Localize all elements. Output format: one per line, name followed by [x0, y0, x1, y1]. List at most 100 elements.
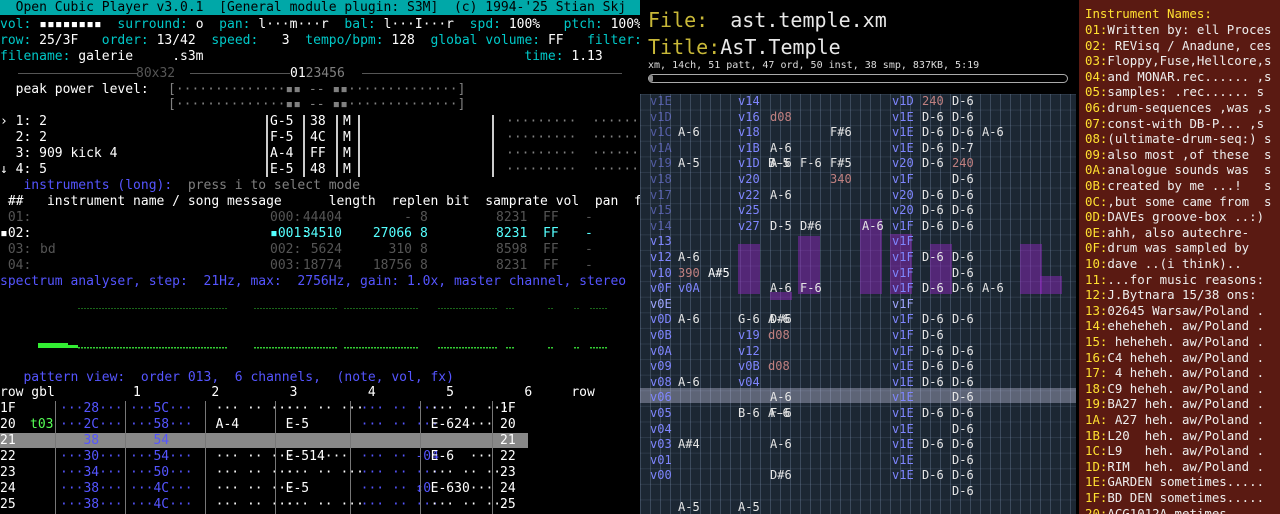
pattern-cell: v03: [650, 437, 672, 452]
instrument-index: 10:: [1085, 256, 1108, 271]
pattern-row[interactable]: 23 ···34··· ···50··· ··· ·· ··· ··· ·· ···…: [0, 465, 640, 480]
pattern-cell: v0B: [738, 359, 760, 374]
spectrum-bar: [58, 343, 60, 348]
spectrum-bar: [141, 308, 143, 309]
spectrum-header: spectrum analyser, step: 21Hz, max: 2756…: [0, 274, 627, 289]
instrument-name: and MONAR.rec...... ,s: [1107, 68, 1272, 84]
instrument-name-item[interactable]: 0B:created by me ...! s: [1085, 178, 1280, 194]
instrument-name-item[interactable]: 11:...for music reasons:: [1085, 272, 1280, 288]
pattern-row[interactable]: 25 ···38··· ···4C··· ··· ·· ··· ··· ·· ···…: [0, 497, 640, 512]
pattern-cell: v17: [650, 187, 672, 202]
instrument-row[interactable]: ▪02: ▪001: 34510 27066 8 8231 FF -: [0, 226, 640, 241]
instrument-name-item[interactable]: 18:C9 heheh. aw/Poland .: [1085, 381, 1280, 397]
instrument-name-item[interactable]: 0C:,but some came from s: [1085, 194, 1280, 210]
pattern-cell: D-6: [922, 125, 944, 140]
instrument-name-item[interactable]: 06:drum-sequences ,was ,s: [1085, 100, 1280, 116]
spectrum-bar: [486, 308, 488, 309]
channel-row[interactable]: 2: 2: [0, 130, 47, 145]
spectrum-bar: [210, 308, 212, 309]
instrument-name-item[interactable]: 13:02645 Warsaw/Poland .: [1085, 303, 1280, 319]
instrument-name-item[interactable]: 14:eheheheh. aw/Poland .: [1085, 318, 1280, 334]
instrument-name-item[interactable]: 0A:analogue sounds was s: [1085, 162, 1280, 178]
instrument-name-item[interactable]: 10:dave ..(i think)..: [1085, 256, 1280, 272]
instrument-name-item[interactable]: 1F:BD DEN sometimes.....: [1085, 490, 1280, 506]
pattern-cell: F-6: [800, 156, 822, 171]
instrument-name-item[interactable]: 12:J.Bytnara 15/38 ons:: [1085, 287, 1280, 303]
pattern-global: t03: [30, 417, 54, 432]
spectrum-bar: [596, 347, 598, 349]
channel-row[interactable]: ↓ 4: 5: [0, 162, 47, 177]
channel-row[interactable]: 3: 909 kick 4: [0, 146, 118, 161]
instrument-index: 0E:: [1085, 224, 1108, 240]
file-row: File: ast.temple.xm: [648, 8, 887, 32]
instrument-index: 02:: [1085, 37, 1108, 53]
pattern-cell: v06: [650, 390, 672, 405]
spectrum-bar: [551, 308, 553, 309]
instrument-name: ,but some came from s: [1107, 193, 1272, 209]
instrument-name-item[interactable]: 09:also most ,of these s: [1085, 147, 1280, 163]
pattern-cell: v0A: [650, 343, 672, 358]
pattern-row[interactable]: 21 38 54 21: [0, 433, 640, 448]
instrument-name-item[interactable]: 19:BA27 heh. aw/Poland .: [1085, 396, 1280, 412]
instrument-name-item[interactable]: 0E:ahh, also autechre-: [1085, 225, 1280, 241]
status-field: 25/3F: [39, 33, 79, 48]
pattern-row[interactable]: 20 t03 ···2C··· ···58··· A-4 E-5 ··· ·· ···…: [0, 417, 640, 432]
instrument-name-item[interactable]: 1E:GARDEN sometimes.....: [1085, 474, 1280, 490]
inst-pan: -: [585, 258, 593, 273]
channel-note: A-4: [270, 146, 294, 161]
channel-scope: ········· ·······: [506, 130, 640, 145]
instrument-name-item[interactable]: 03:Floppy,Fuse,Hellcore,s: [1085, 53, 1280, 69]
spectrum-bar: [120, 308, 122, 309]
spectrum-bar: [362, 347, 364, 349]
instrument-name-item[interactable]: 15: heheheh. aw/Poland .: [1085, 334, 1280, 350]
instrument-name-item[interactable]: 20:ACG1012A metimes.....: [1085, 506, 1280, 514]
spectrum-bar: [84, 308, 86, 309]
pattern-grid: v1E v14 v1D 240 D-6 v1D v16 d08 v1E D-6 D-6 v1C A-6 v…: [640, 94, 1076, 514]
instrument-names-title: Instrument Names:: [1085, 6, 1212, 21]
instrument-name-item[interactable]: 02: REVisq / Anadune, ces: [1085, 38, 1280, 54]
instrument-name: RIM heh. aw/Poland .: [1107, 458, 1265, 474]
spectrum-bar: [398, 308, 400, 309]
channel-row[interactable]: › 1: 2: [0, 114, 47, 129]
spectrum-bar: [74, 345, 76, 348]
instrument-name-item[interactable]: 0D:DAVEs groove-box ..:): [1085, 209, 1280, 225]
instrument-row[interactable]: 01: 000: 44404-8 8231 FF -: [0, 210, 640, 225]
spectrum-bar: [462, 347, 464, 349]
pattern-cell: v0F: [650, 281, 672, 296]
instrument-name: dave ..(i think)..: [1107, 256, 1242, 271]
instrument-index: 18:: [1085, 380, 1108, 396]
spectrum-bar: [287, 347, 289, 349]
instrument-name-item[interactable]: 17: 4 heheh. aw/Poland .: [1085, 365, 1280, 381]
spectrum-bar: [302, 308, 304, 309]
spectrum-bar: [102, 308, 104, 309]
spectrum-bar: [395, 308, 397, 309]
instrument-name-item[interactable]: 1C:L9 heh. aw/Poland .: [1085, 443, 1280, 459]
instrument-row[interactable]: 04: 003: 18774 18756 8 8231 FF -: [0, 258, 640, 273]
pattern-row[interactable]: 22 ···30··· ···54··· ··· ·· ··· E-514··· ·…: [0, 449, 640, 464]
instrument-name-item[interactable]: 0F:drum was sampled by: [1085, 240, 1280, 256]
instrument-index: 0A:: [1085, 162, 1108, 178]
instrument-name-item[interactable]: 04:and MONAR.rec...... ,s: [1085, 69, 1280, 85]
instrument-name-item[interactable]: 01:Written by: ell Proces: [1085, 22, 1280, 38]
instrument-name-item[interactable]: 08:(ultimate-drum-seq:) s: [1085, 131, 1280, 147]
instrument-name-item[interactable]: 05:samples: .rec...... s: [1085, 84, 1280, 100]
spectrum-bar: [548, 347, 550, 349]
pattern-cell: v25: [738, 203, 760, 218]
instrument-name-item[interactable]: 1B:L20 heh. aw/Poland .: [1085, 428, 1280, 444]
instrument-name-item[interactable]: 1D:RIM heh. aw/Poland .: [1085, 459, 1280, 475]
instrument-name-item[interactable]: 1A: A27 heh. aw/Poland .: [1085, 412, 1280, 428]
instrument-index: 16:: [1085, 349, 1108, 365]
progress-bar[interactable]: [648, 74, 1068, 83]
pattern-row[interactable]: 1F ···28··· ···5C··· ··· ·· ··· ··· ·· ···…: [0, 401, 640, 416]
pattern-cell: D-6: [952, 250, 974, 264]
pattern-row[interactable]: 24 ···38··· ···4C··· ··· ·· ··· E-5 ··· ··…: [0, 481, 640, 496]
spectrum-bar: [459, 347, 461, 349]
spectrum-bar: [486, 347, 488, 349]
spectrum-bar: [44, 343, 46, 348]
spectrum-bar: [76, 345, 78, 348]
spectrum-bar: [78, 308, 80, 309]
instrument-name-item[interactable]: 07:const-with DB-P... ,s: [1085, 116, 1280, 132]
instrument-name-item[interactable]: 16:C4 heheh. aw/Poland .: [1085, 350, 1280, 366]
pattern-cell: v19: [650, 156, 672, 171]
instrument-row[interactable]: 03: bd 002: 5624 310 8 8598 FF -: [0, 242, 640, 257]
